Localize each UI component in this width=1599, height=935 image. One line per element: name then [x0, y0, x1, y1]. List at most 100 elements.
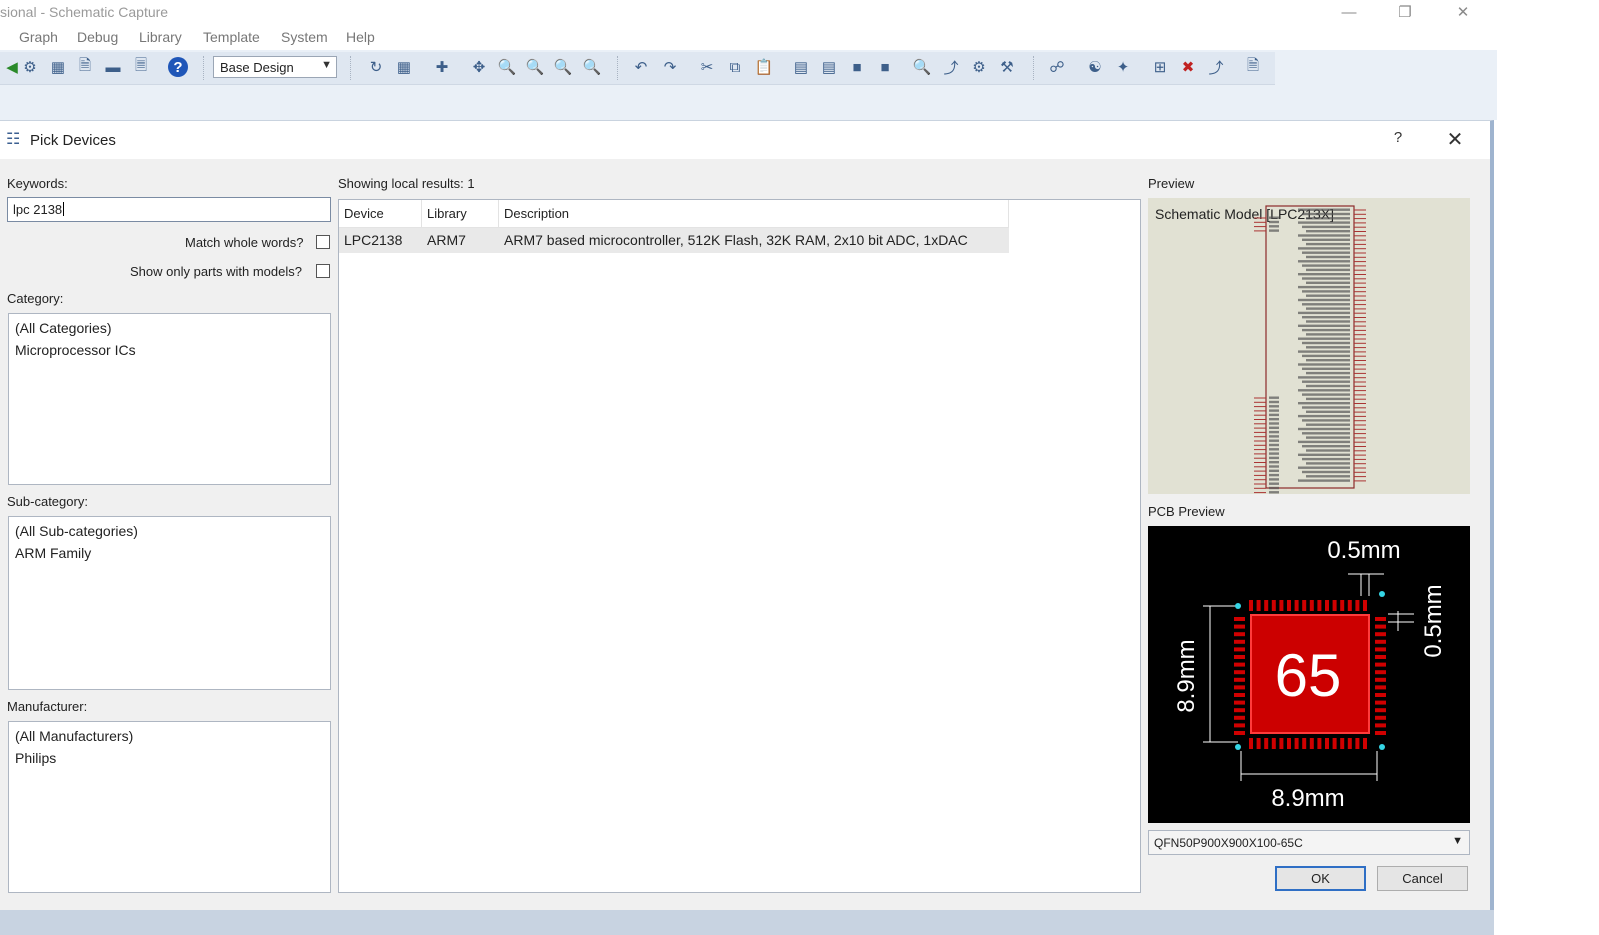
pad — [1234, 639, 1245, 644]
pin-label — [1306, 384, 1350, 388]
menu-help[interactable]: Help — [346, 29, 375, 45]
undo-icon[interactable]: ↶ — [629, 55, 653, 79]
pin-label — [1269, 482, 1279, 485]
schematic-preview: Schematic Model [LPC213X] — [1148, 198, 1470, 494]
list-item[interactable]: (All Sub-categories) — [15, 521, 330, 543]
zoom-in-icon[interactable]: 🔍 — [495, 55, 519, 79]
menu-graph[interactable]: Graph — [19, 29, 58, 45]
menu-template[interactable]: Template — [203, 29, 260, 45]
toolbar-separator — [617, 56, 621, 80]
dialog-help-button[interactable]: ? — [1386, 129, 1410, 151]
list-item[interactable]: (All Categories) — [15, 318, 330, 340]
wire-autorouter-icon[interactable]: ☍ — [1045, 55, 1069, 79]
redo-icon[interactable]: ↷ — [658, 55, 682, 79]
menu-library[interactable]: Library — [139, 29, 182, 45]
results-table[interactable]: Device Library Description LPC2138 ARM7 … — [338, 199, 1141, 893]
block-move-icon[interactable]: ▤ — [817, 55, 841, 79]
pad — [1355, 738, 1360, 749]
goto-child-icon[interactable]: ⤴ — [1204, 55, 1228, 79]
bill-of-materials-icon[interactable]: 🗎 — [1241, 55, 1265, 79]
property-tool-icon[interactable]: ✦ — [1111, 55, 1135, 79]
page-icon[interactable]: 🗏 — [129, 55, 153, 79]
restore-icon[interactable]: ❐ — [1382, 0, 1428, 24]
search-tag-icon[interactable]: ☯ — [1083, 55, 1107, 79]
refresh-icon[interactable]: ↻ — [364, 55, 388, 79]
pin-label — [1306, 397, 1350, 401]
pin-label — [1306, 268, 1350, 272]
packaging-icon[interactable]: ⚙ — [967, 55, 991, 79]
make-device-icon[interactable]: ⤴ — [939, 55, 963, 79]
pin-label — [1269, 486, 1279, 490]
minimize-icon[interactable]: — — [1326, 0, 1372, 24]
remove-sheet-icon[interactable]: ✖ — [1176, 55, 1200, 79]
pin-label — [1306, 410, 1350, 413]
list-item[interactable]: Microprocessor ICs — [15, 340, 330, 362]
pad — [1264, 738, 1269, 749]
subcategory-list[interactable]: (All Sub-categories) ARM Family — [8, 516, 331, 690]
column-description[interactable]: Description — [499, 200, 1009, 227]
keywords-input[interactable]: lpc 2138 — [7, 197, 331, 222]
pin-label — [1269, 461, 1279, 464]
show-only-models-checkbox[interactable] — [316, 264, 330, 278]
component-icon[interactable]: ⚙ — [18, 55, 42, 79]
document-icon[interactable]: 🗎 — [73, 55, 97, 79]
cell-library: ARM7 — [427, 232, 466, 248]
block-delete-icon[interactable]: ■ — [873, 55, 897, 79]
footprint-select[interactable]: QFN50P900X900X100-65C ▼ — [1148, 830, 1470, 855]
grid-icon[interactable]: ▦ — [392, 55, 416, 79]
new-sheet-icon[interactable]: ⊞ — [1148, 55, 1172, 79]
pad — [1375, 647, 1386, 652]
pad — [1234, 624, 1245, 629]
preview-label: Preview — [1148, 176, 1195, 191]
pin-label — [1298, 285, 1350, 289]
pin-label — [1302, 316, 1350, 319]
design-select[interactable]: Base Design ▼ — [213, 56, 337, 78]
decompose-icon[interactable]: ⚒ — [995, 55, 1019, 79]
list-item[interactable]: ARM Family — [15, 543, 330, 565]
ok-button[interactable]: OK — [1275, 866, 1366, 891]
pcb-preview: 65 0.5mm 0.5mm 8.9mm 8.9mm — [1148, 526, 1470, 823]
list-item[interactable]: Philips — [15, 748, 330, 770]
pad — [1279, 600, 1284, 611]
menu-debug[interactable]: Debug — [77, 29, 118, 45]
help-icon[interactable]: ? — [166, 55, 190, 79]
origin-icon[interactable]: ✚ — [430, 55, 454, 79]
paste-icon[interactable]: 📋 — [752, 55, 776, 79]
cancel-button[interactable]: Cancel — [1377, 866, 1468, 891]
wire-icon[interactable]: ▬ — [101, 55, 125, 79]
match-whole-words-checkbox[interactable] — [316, 235, 330, 249]
pin-label — [1306, 475, 1350, 478]
pin-label — [1269, 473, 1279, 477]
table-row[interactable]: LPC2138 ARM7 ARM7 based microcontroller,… — [339, 228, 1009, 253]
chip-icon[interactable]: ▦ — [46, 55, 70, 79]
cut-icon[interactable]: ✂ — [695, 55, 719, 79]
pin-label — [1269, 452, 1279, 455]
zoom-out-icon[interactable]: 🔍 — [523, 55, 547, 79]
pad — [1234, 700, 1245, 705]
pin-label — [1302, 367, 1350, 370]
pin-label — [1306, 320, 1350, 323]
pin-label — [1302, 457, 1350, 461]
dialog-close-icon[interactable]: ✕ — [1441, 127, 1469, 151]
pin-label — [1269, 220, 1279, 224]
pan-icon[interactable]: ✥ — [467, 55, 491, 79]
pick-icon[interactable]: 🔍 — [910, 55, 934, 79]
category-list[interactable]: (All Categories) Microprocessor ICs — [8, 313, 331, 485]
column-device[interactable]: Device — [339, 200, 422, 227]
manufacturer-list[interactable]: (All Manufacturers) Philips — [8, 721, 331, 893]
block-copy-icon[interactable]: ▤ — [789, 55, 813, 79]
pad — [1234, 617, 1245, 621]
block-rotate-icon[interactable]: ■ — [845, 55, 869, 79]
copy-icon[interactable]: ⧉ — [723, 55, 747, 79]
list-item[interactable]: (All Manufacturers) — [15, 726, 330, 748]
zoom-all-icon[interactable]: 🔍 — [551, 55, 575, 79]
pin-label — [1306, 230, 1350, 233]
zoom-area-icon[interactable]: 🔍 — [580, 55, 604, 79]
menu-system[interactable]: System — [281, 29, 328, 45]
pick-devices-icon: ☷ — [6, 131, 21, 148]
window-close-icon[interactable]: ✕ — [1440, 0, 1486, 24]
column-library[interactable]: Library — [422, 200, 499, 227]
pad — [1234, 662, 1245, 667]
pad — [1375, 632, 1386, 637]
pad — [1271, 600, 1276, 611]
